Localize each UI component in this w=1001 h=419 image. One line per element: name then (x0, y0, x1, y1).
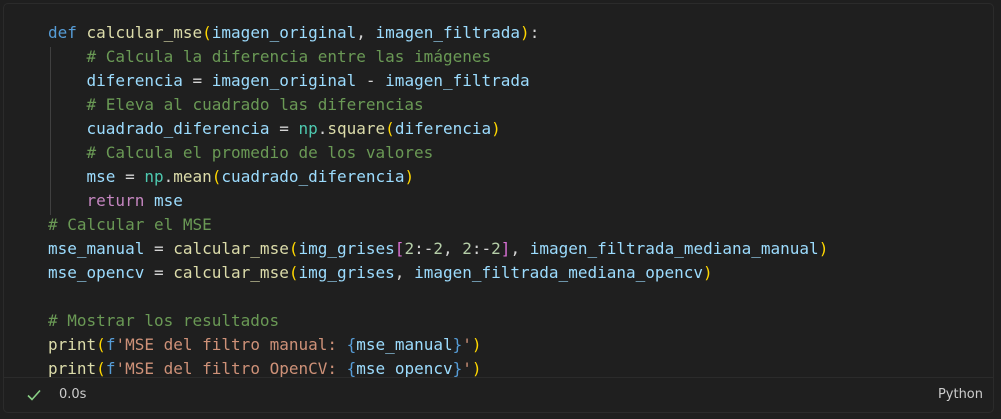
token: ' (462, 335, 472, 354)
code-editor[interactable]: def calcular_mse(imagen_original, imagen… (4, 21, 993, 381)
token: img_grises (298, 263, 395, 282)
code-line-10[interactable]: mse_manual = calcular_mse(img_grises[2:-… (4, 237, 993, 261)
code-line-12[interactable] (4, 285, 993, 309)
token: = (144, 263, 174, 282)
token: = (115, 167, 145, 186)
token: , (394, 263, 415, 282)
token: imagen_filtrada (385, 71, 530, 90)
code-line-2[interactable]: # Calcula la diferencia entre las imágen… (4, 45, 993, 69)
code-line-7[interactable]: mse = np.mean(cuadrado_diferencia) (4, 165, 993, 189)
token: mean (173, 167, 212, 186)
token: mse_opencv (356, 359, 453, 378)
token: imagen_original (211, 71, 357, 90)
token: } (452, 335, 463, 354)
token: = (144, 239, 174, 258)
code-line-13[interactable]: # Mostrar los resultados (4, 309, 993, 333)
token: cuadrado_diferencia (221, 167, 405, 186)
token: ) (818, 239, 829, 258)
token: { (346, 335, 357, 354)
token: mse_manual (48, 239, 145, 258)
token: } (452, 359, 463, 378)
token: ) (703, 263, 713, 282)
token: print (48, 335, 97, 354)
token: ) (471, 359, 482, 378)
token: [ (394, 239, 405, 258)
token: diferencia (394, 119, 492, 138)
token: ] (500, 239, 511, 258)
token: : (529, 23, 540, 42)
token: . (163, 167, 174, 186)
token: 'MSE del filtro manual: (115, 335, 347, 354)
token: 2 (491, 239, 501, 258)
token: - (356, 71, 386, 90)
notebook-cell[interactable]: def calcular_mse(imagen_original, imagen… (3, 3, 994, 413)
token: ( (96, 359, 106, 378)
token: mse (144, 191, 183, 210)
code-line-14[interactable]: print(f'MSE del filtro manual: {mse_manu… (4, 333, 993, 357)
language-selector[interactable]: Python (938, 387, 983, 402)
token: 2 (462, 239, 472, 258)
token: cuadrado_diferencia (48, 119, 270, 138)
token: ' (462, 359, 472, 378)
check-icon-path (27, 389, 41, 401)
token: ( (96, 335, 106, 354)
code-line-9[interactable]: # Calcular el MSE (4, 213, 993, 237)
token: mse (48, 167, 116, 186)
code-line-4[interactable]: # Eleva al cuadrado las diferencias (4, 93, 993, 117)
token: # Eleva al cuadrado las diferencias (48, 95, 424, 114)
code-line-3[interactable]: diferencia = imagen_original - imagen_fi… (4, 69, 993, 93)
token: imagen_original (211, 23, 357, 42)
token: :- (471, 239, 492, 258)
token: square (327, 119, 386, 138)
token: = (182, 71, 212, 90)
token: calcular_mse (173, 239, 289, 258)
token: return (48, 191, 145, 210)
token: . (317, 119, 328, 138)
token: np (144, 167, 164, 186)
code-line-1[interactable]: def calcular_mse(imagen_original, imagen… (4, 21, 993, 45)
code-line-6[interactable]: # Calcula el promedio de los valores (4, 141, 993, 165)
token: f (105, 335, 116, 354)
token: :- (414, 239, 434, 258)
token: f (105, 359, 116, 378)
token: 2 (433, 239, 443, 258)
token: imagen_filtrada_mediana_opencv (414, 263, 704, 282)
token: { (346, 359, 357, 378)
token: # Calcula el promedio de los valores (48, 143, 434, 162)
token: imagen_filtrada_mediana_manual (529, 239, 819, 258)
token: ) (471, 335, 482, 354)
token: mse_manual (356, 335, 453, 354)
token: ) (404, 167, 415, 186)
token: calcular_mse (173, 263, 289, 282)
token: ( (202, 23, 212, 42)
cell-status-bar: 0.0s Python (4, 377, 993, 412)
token: = (269, 119, 299, 138)
token: , (442, 239, 463, 258)
token: ) (491, 119, 501, 138)
code-line-11[interactable]: mse_opencv = calcular_mse(img_grises, im… (4, 261, 993, 285)
code-line-5[interactable]: cuadrado_diferencia = np.square(diferenc… (4, 117, 993, 141)
token: ( (211, 167, 222, 186)
execution-time: 0.0s (59, 387, 87, 402)
token: calcular_mse (86, 23, 203, 42)
token: mse_opencv (48, 263, 145, 282)
token: 2 (404, 239, 415, 258)
token: # Mostrar los resultados (48, 311, 280, 330)
token: print (48, 359, 97, 378)
token: # Calcula la diferencia entre las imágen… (48, 47, 492, 66)
check-icon (27, 389, 41, 401)
token: 'MSE del filtro OpenCV: (115, 359, 347, 378)
token: ( (385, 119, 395, 138)
token: ) (520, 23, 530, 42)
token: # Calcular el MSE (48, 215, 212, 234)
token: img_grises (298, 239, 395, 258)
token: , (510, 239, 530, 258)
code-line-8[interactable]: return mse (4, 189, 993, 213)
token: imagen_filtrada (375, 23, 521, 42)
token: np (298, 119, 318, 138)
token: def (48, 23, 77, 42)
token: diferencia (48, 71, 183, 90)
token: , (356, 23, 376, 42)
